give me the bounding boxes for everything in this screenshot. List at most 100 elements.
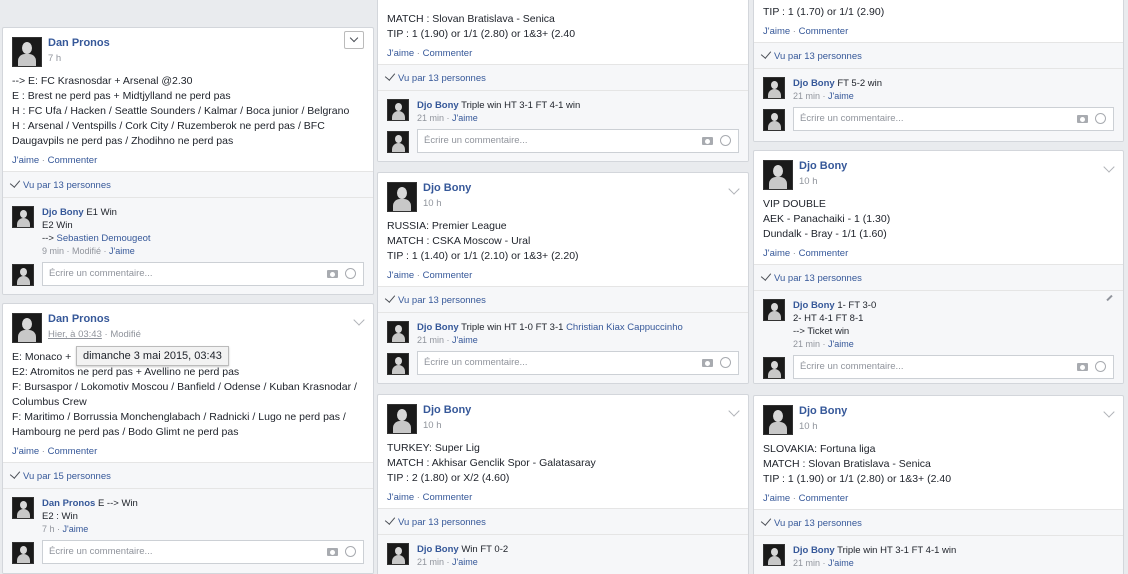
like-link[interactable]: J'aime <box>387 270 414 281</box>
comment-like-link[interactable]: J'aime <box>828 91 854 101</box>
commenter-name[interactable]: Djo Bony <box>793 300 835 311</box>
chevron-down-icon[interactable] <box>728 405 740 417</box>
post-line: TIP : 1 (1.40) or 1/1 (2.10) or 1&3+ (2.… <box>387 250 579 262</box>
author-name[interactable]: Dan Pronos <box>48 313 110 325</box>
comment-like-link[interactable]: J'aime <box>63 524 89 534</box>
post-time[interactable]: 10 h <box>423 420 442 431</box>
seen-by[interactable]: Vu par 13 personnes <box>378 508 748 534</box>
camera-icon[interactable] <box>1077 363 1088 371</box>
camera-icon[interactable] <box>702 137 713 145</box>
post-time: Hier, à 03:43 · Modifié <box>48 329 141 340</box>
commenter-name[interactable]: Dan Pronos <box>42 498 95 509</box>
commenter-avatar[interactable] <box>387 321 409 343</box>
commenter-avatar[interactable] <box>763 77 785 99</box>
mention-link[interactable]: Christian Kiax Cappuccinho <box>566 322 683 333</box>
camera-icon[interactable] <box>327 270 338 278</box>
commenter-name[interactable]: Djo Bony <box>417 544 459 555</box>
like-link[interactable]: J'aime <box>763 493 790 504</box>
chevron-down-icon[interactable] <box>353 314 365 326</box>
chevron-down-icon[interactable] <box>1103 161 1115 173</box>
comment-link[interactable]: Commenter <box>423 270 473 281</box>
commenter-avatar[interactable] <box>12 206 34 228</box>
commenter-name[interactable]: Djo Bony <box>417 322 459 333</box>
seen-by[interactable]: Vu par 13 personnes <box>378 286 748 312</box>
comment-like-link[interactable]: J'aime <box>452 113 478 123</box>
comment-link[interactable]: Commenter <box>423 48 473 59</box>
comment-like-link[interactable]: J'aime <box>828 339 854 349</box>
like-link[interactable]: J'aime <box>12 446 39 457</box>
smiley-icon[interactable] <box>720 135 731 146</box>
author-avatar[interactable] <box>12 37 42 67</box>
commenter-avatar[interactable] <box>387 99 409 121</box>
comment-like-link[interactable]: J'aime <box>452 335 478 345</box>
comment-input[interactable]: Écrire un commentaire... <box>42 262 364 286</box>
commenter-name[interactable]: Djo Bony <box>417 100 459 111</box>
comment-link[interactable]: Commenter <box>799 493 849 504</box>
commenter-avatar[interactable] <box>763 299 785 321</box>
comment-text: 1- FT 3-0 <box>837 300 877 311</box>
seen-by[interactable]: Vu par 13 personnes <box>378 64 748 90</box>
post-time[interactable]: 10 h <box>799 421 818 432</box>
comment-like-link[interactable]: J'aime <box>452 557 478 567</box>
comment-composer: Écrire un commentaire... <box>763 107 1114 133</box>
post-time[interactable]: 10 h <box>423 198 442 209</box>
seen-by[interactable]: Vu par 13 personnes <box>3 171 373 197</box>
commenter-name[interactable]: Djo Bony <box>793 78 835 89</box>
comment-input[interactable]: Écrire un commentaire... <box>417 129 739 153</box>
comment-like-link[interactable]: J'aime <box>828 558 854 568</box>
seen-by[interactable]: Vu par 13 personnes <box>754 509 1123 535</box>
author-name[interactable]: Djo Bony <box>799 405 847 417</box>
like-link[interactable]: J'aime <box>12 155 39 166</box>
comment-link[interactable]: Commenter <box>48 155 98 166</box>
smiley-icon[interactable] <box>1095 361 1106 372</box>
mention-link[interactable]: Sebastien Demougeot <box>57 233 151 244</box>
comment-input[interactable]: Écrire un commentaire... <box>42 540 364 564</box>
post-time[interactable]: 10 h <box>799 176 818 187</box>
post-line: VIP DOUBLE <box>763 198 826 210</box>
smiley-icon[interactable] <box>1095 113 1106 124</box>
author-name[interactable]: Djo Bony <box>423 404 471 416</box>
smiley-icon[interactable] <box>720 357 731 368</box>
camera-icon[interactable] <box>1077 115 1088 123</box>
commenter-name[interactable]: Djo Bony <box>793 545 835 556</box>
author-name[interactable]: Djo Bony <box>799 160 847 172</box>
comment-composer: Écrire un commentaire... <box>12 540 364 566</box>
author-avatar[interactable] <box>387 182 417 212</box>
smiley-icon[interactable] <box>345 268 356 279</box>
comment-input[interactable]: Écrire un commentaire... <box>793 107 1114 131</box>
author-avatar[interactable] <box>387 404 417 434</box>
chevron-down-icon[interactable] <box>344 31 364 49</box>
comment-link[interactable]: Commenter <box>423 492 473 503</box>
post-time-link[interactable]: Hier, à 03:43 <box>48 329 102 340</box>
comment-link[interactable]: Commenter <box>799 248 849 259</box>
like-link[interactable]: J'aime <box>387 492 414 503</box>
seen-by[interactable]: Vu par 15 personnes <box>3 462 373 488</box>
author-avatar[interactable] <box>12 313 42 343</box>
post-line: E : Brest ne perd pas + Midtjylland ne p… <box>12 90 231 102</box>
camera-icon[interactable] <box>702 359 713 367</box>
commenter-avatar[interactable] <box>387 543 409 565</box>
chevron-down-icon[interactable] <box>1103 406 1115 418</box>
author-avatar[interactable] <box>763 405 793 435</box>
post-time[interactable]: 7 h <box>48 53 61 64</box>
like-link[interactable]: J'aime <box>763 26 790 37</box>
comment-input[interactable]: Écrire un commentaire... <box>793 355 1114 379</box>
seen-by[interactable]: Vu par 13 personnes <box>754 42 1123 68</box>
author-name[interactable]: Dan Pronos <box>48 37 110 49</box>
camera-icon[interactable] <box>327 548 338 556</box>
like-link[interactable]: J'aime <box>387 48 414 59</box>
author-avatar[interactable] <box>763 160 793 190</box>
comment-link[interactable]: Commenter <box>799 26 849 37</box>
smiley-icon[interactable] <box>345 546 356 557</box>
seen-by[interactable]: Vu par 13 personnes <box>754 264 1123 290</box>
author-name[interactable]: Djo Bony <box>423 182 471 194</box>
my-avatar <box>12 542 34 564</box>
chevron-down-icon[interactable] <box>728 183 740 195</box>
commenter-name[interactable]: Djo Bony <box>42 207 84 218</box>
comment-like-link[interactable]: J'aime <box>109 246 135 256</box>
comment-input[interactable]: Écrire un commentaire... <box>417 351 739 375</box>
comment-link[interactable]: Commenter <box>48 446 98 457</box>
commenter-avatar[interactable] <box>763 544 785 566</box>
like-link[interactable]: J'aime <box>763 248 790 259</box>
commenter-avatar[interactable] <box>12 497 34 519</box>
